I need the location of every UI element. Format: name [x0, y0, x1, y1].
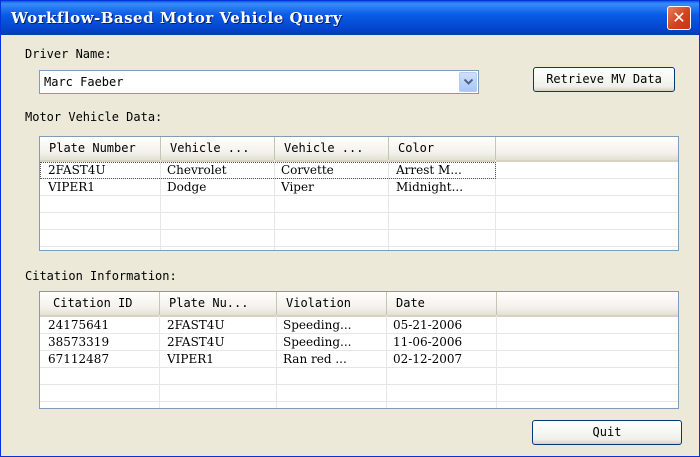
- table-cell: Chevrolet: [167, 163, 227, 177]
- column-header[interactable]: Color: [389, 137, 496, 160]
- title-bar[interactable]: Workflow-Based Motor Vehicle Query ✕: [1, 1, 699, 35]
- column-header[interactable]: Violation: [277, 292, 387, 315]
- close-button[interactable]: ✕: [667, 6, 691, 30]
- table-cell: 38573319: [48, 335, 110, 349]
- table-cell: Ran red ...: [283, 352, 347, 366]
- table-cell: 02-12-2007: [393, 352, 463, 366]
- table-cell: 05-21-2006: [393, 318, 463, 332]
- table-cell: Dodge: [167, 180, 207, 194]
- table-row[interactable]: 67112487 VIPER1 Ran red ... 02-12-2007: [40, 351, 678, 368]
- table-cell: VIPER1: [167, 352, 214, 366]
- table-cell: Midnight...: [396, 180, 464, 194]
- table-cell: Speeding...: [283, 318, 352, 332]
- dropdown-button[interactable]: [459, 72, 477, 92]
- chevron-down-icon: [464, 79, 473, 85]
- column-header[interactable]: Date: [387, 292, 497, 315]
- table-row[interactable]: 38573319 2FAST4U Speeding... 11-06-2006: [40, 334, 678, 351]
- table-cell: Viper: [281, 180, 314, 194]
- table-cell: Corvette: [281, 163, 334, 177]
- table-cell: Arrest M...: [396, 163, 462, 177]
- column-header[interactable]: Plate Number: [40, 137, 161, 160]
- column-header[interactable]: Plate Nu...: [160, 292, 277, 315]
- citation-list[interactable]: Citation ID Plate Nu... Violation Date 2…: [39, 291, 679, 409]
- table-cell: 2FAST4U: [167, 335, 225, 349]
- driver-name-label: Driver Name:: [25, 47, 112, 61]
- table-cell: 24175641: [48, 318, 110, 332]
- vehicle-list[interactable]: Plate Number Vehicle ... Vehicle ... Col…: [39, 136, 679, 251]
- table-cell: 11-06-2006: [393, 335, 463, 349]
- table-cell: 67112487: [48, 352, 110, 366]
- table-cell: Speeding...: [283, 335, 352, 349]
- table-row[interactable]: 24175641 2FAST4U Speeding... 05-21-2006: [40, 317, 678, 334]
- driver-name-value: Marc Faeber: [44, 75, 124, 89]
- table-cell: VIPER1: [48, 180, 95, 194]
- main-window: Workflow-Based Motor Vehicle Query ✕ Dri…: [0, 0, 700, 457]
- motor-vehicle-data-label: Motor Vehicle Data:: [25, 110, 163, 124]
- citation-list-header: Citation ID Plate Nu... Violation Date: [40, 292, 678, 317]
- close-icon: ✕: [672, 8, 686, 27]
- column-header[interactable]: Vehicle ...: [161, 137, 275, 160]
- table-row[interactable]: 2FAST4U Chevrolet Corvette Arrest M...: [40, 162, 678, 179]
- window-title: Workflow-Based Motor Vehicle Query: [11, 9, 343, 27]
- column-header[interactable]: Vehicle ...: [275, 137, 389, 160]
- table-cell: 2FAST4U: [48, 163, 106, 177]
- quit-button[interactable]: Quit: [532, 420, 682, 445]
- retrieve-mv-data-button[interactable]: Retrieve MV Data: [533, 67, 675, 92]
- vehicle-list-header: Plate Number Vehicle ... Vehicle ... Col…: [40, 137, 678, 162]
- table-row[interactable]: VIPER1 Dodge Viper Midnight...: [40, 179, 678, 196]
- driver-name-combobox[interactable]: Marc Faeber: [39, 70, 479, 94]
- table-cell: 2FAST4U: [167, 318, 225, 332]
- column-header[interactable]: Citation ID: [40, 292, 160, 315]
- citation-information-label: Citation Information:: [25, 269, 177, 283]
